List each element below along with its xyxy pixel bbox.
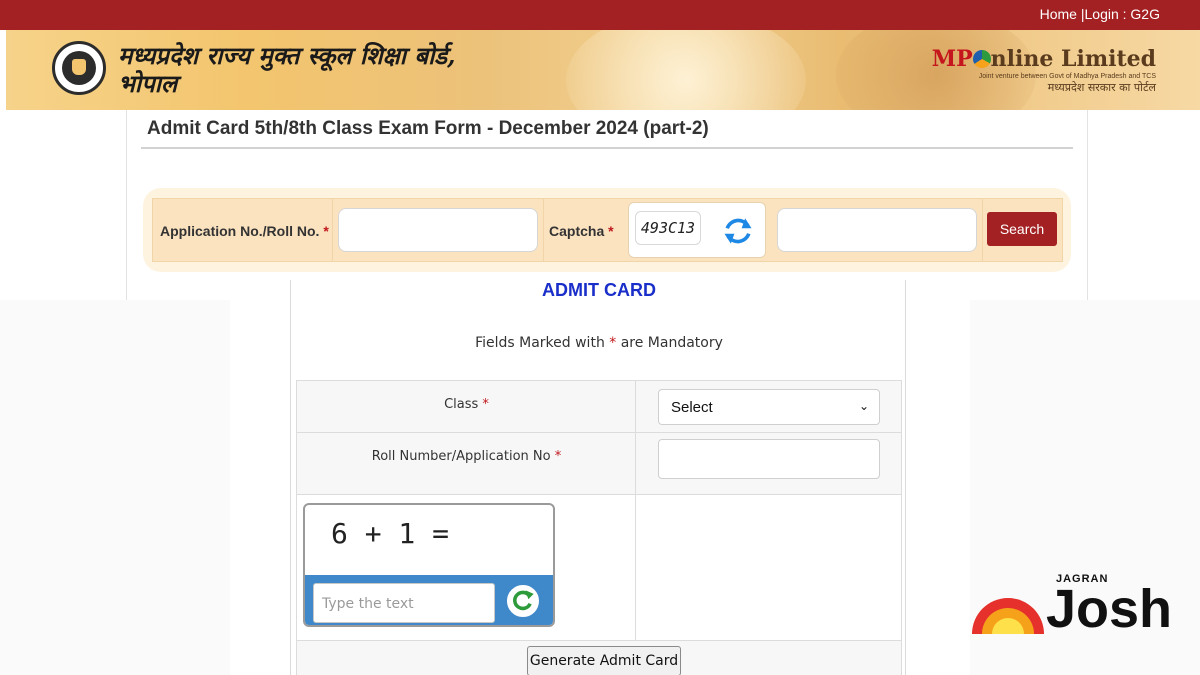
mandatory-note: Fields Marked with * are Mandatory: [475, 335, 723, 351]
search-panel: Admit Card 5th/8th Class Exam Form - Dec…: [126, 110, 1088, 300]
button-row: Generate Admit Card: [297, 641, 901, 675]
generate-admit-card-button[interactable]: Generate Admit Card: [527, 646, 681, 675]
captcha-label: Captcha *: [549, 223, 614, 239]
math-captcha-expression: 6 + 1 =: [331, 517, 450, 550]
mponline-logo: MP nline Limited Joint venture between Go…: [932, 46, 1156, 95]
captcha-image: 493C13: [635, 211, 701, 245]
roll-row: Roll Number/Application No *: [297, 433, 901, 495]
admit-card-form: ADMIT CARD Fields Marked with * are Mand…: [290, 280, 906, 675]
admit-form-table: Class * Select ⌄ Roll Number/Application…: [296, 380, 902, 675]
admit-card-title: ADMIT CARD: [542, 280, 656, 300]
top-nav-links[interactable]: Home |Login : G2G: [1040, 6, 1160, 22]
roll-number-input[interactable]: [658, 439, 880, 479]
class-select[interactable]: Select ⌄: [658, 389, 880, 425]
class-label: Class *: [444, 397, 489, 412]
mponline-circle-icon: [972, 50, 991, 68]
page-title: Admit Card 5th/8th Class Exam Form - Dec…: [147, 118, 709, 139]
mponline-hindi-tagline: मध्यप्रदेश सरकार का पोर्टल: [1047, 81, 1156, 94]
captcha-input-bar: Type the text: [305, 575, 553, 625]
math-captcha-input[interactable]: Type the text: [313, 583, 495, 623]
watermark-big-text: Josh: [1046, 579, 1173, 639]
class-row: Class * Select ⌄: [297, 381, 901, 433]
app-number-label: Application No./Roll No. *: [160, 223, 329, 239]
mponline-logo-suffix: nline Limited: [990, 46, 1156, 72]
captcha-row: 6 + 1 = Type the text: [297, 495, 901, 641]
cell-divider: [982, 199, 983, 261]
board-emblem-icon: [52, 41, 106, 95]
josh-logo-icon: [972, 598, 1044, 634]
mponline-tagline: Joint venture between Govt of Madhya Pra…: [978, 73, 1156, 80]
banner-decoration: [566, 30, 806, 110]
refresh-captcha-icon[interactable]: [719, 213, 757, 249]
divider: [141, 147, 1073, 149]
site-banner: मध्यप्रदेश राज्य मुक्त स्कूल शिक्षा बोर्…: [6, 30, 1200, 110]
background-left: [0, 300, 230, 675]
class-select-value: Select: [671, 399, 713, 416]
roll-label: Roll Number/Application No *: [371, 449, 562, 464]
top-bar: Home |Login : G2G: [0, 0, 1200, 30]
math-captcha: 6 + 1 = Type the text: [303, 503, 555, 627]
app-number-input[interactable]: [338, 208, 538, 252]
jagran-josh-watermark: JAGRAN Josh: [968, 570, 1172, 650]
board-name: मध्यप्रदेश राज्य मुक्त स्कूल शिक्षा बोर्…: [118, 41, 456, 98]
captcha-box: 493C13: [628, 202, 766, 258]
search-button[interactable]: Search: [987, 212, 1057, 246]
app-label-cell: Application No./Roll No. *: [153, 199, 333, 261]
refresh-icon[interactable]: [505, 583, 541, 619]
search-form-row: Application No./Roll No. * Captcha * 493…: [152, 198, 1063, 262]
captcha-input[interactable]: [777, 208, 977, 252]
cell-divider: [543, 199, 544, 261]
chevron-down-icon: ⌄: [858, 399, 869, 413]
mponline-logo-prefix: MP: [931, 46, 973, 72]
